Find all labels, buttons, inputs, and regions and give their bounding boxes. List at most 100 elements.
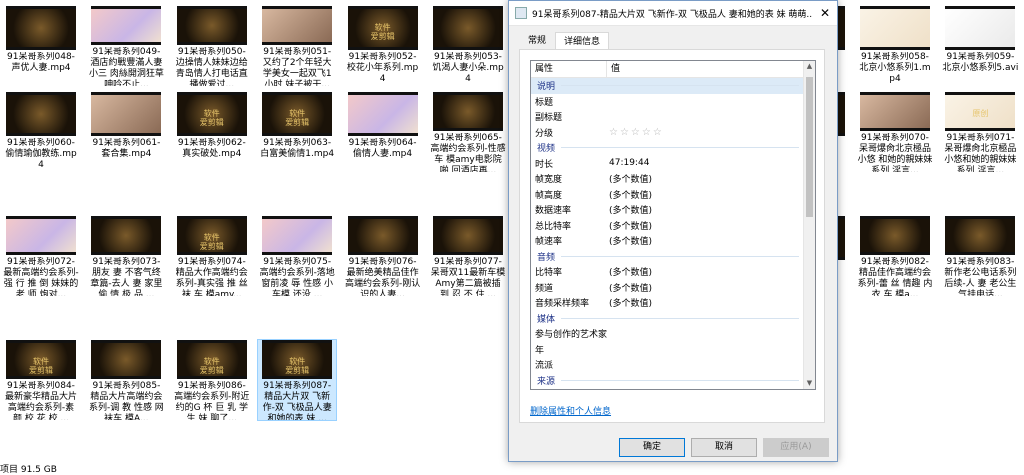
property-row[interactable]: 分级 ☆☆☆☆☆ xyxy=(531,125,803,141)
rating-stars[interactable]: ☆☆☆☆☆ xyxy=(609,127,803,138)
file-item[interactable]: 原创 91呆哥系列071-呆哥爆肏北京極品小悠和她的親妹妹系列 淫言... xyxy=(941,92,1019,172)
scrollbar-thumb[interactable] xyxy=(806,77,813,217)
tab-general[interactable]: 常规 xyxy=(519,31,555,49)
video-thumbnail xyxy=(6,92,76,136)
file-item[interactable]: 91呆哥系列085-精品大片高端约会系列-调 教 性感 网袜车 模A... xyxy=(87,340,165,420)
video-thumbnail xyxy=(433,6,503,50)
property-row[interactable]: 帧宽度 (多个数值) xyxy=(531,171,803,187)
property-row[interactable]: 帧速率 (多个数值) xyxy=(531,233,803,249)
file-item[interactable]: 91呆哥系列051-又约了2个年轻大学美女一起双飞1小时 妹子被干... xyxy=(258,6,336,86)
property-row[interactable]: 比特率 (多个数值) xyxy=(531,264,803,280)
video-thumbnail xyxy=(262,216,333,256)
section-divider xyxy=(561,317,799,319)
file-item[interactable]: 91呆哥系列065-高端约会系列-性感 车 模amy电影院 啪 回酒店再... xyxy=(429,92,507,172)
file-name: 91呆哥系列051-又约了2个年轻大学美女一起双飞1小时 妹子被干... xyxy=(262,47,332,86)
close-icon[interactable]: ✕ xyxy=(813,6,837,20)
thumbnail-logo: 软件 爱剪辑 xyxy=(285,109,310,127)
file-name: 91呆哥系列084-最新豪华精品大片高端约会系列-素 颜 校 花 校 ... xyxy=(4,381,77,420)
property-value: 47:19:44 xyxy=(609,158,650,169)
file-item[interactable]: 91呆哥系列076-最新绝美精品佳作高端约会系列-刚认识的人妻... xyxy=(344,216,422,296)
file-item[interactable]: 91呆哥系列050-边操情人妹妹边给青岛情人打电话直播做爱过... xyxy=(173,6,251,86)
dialog-tabs: 常规 详细信息 xyxy=(519,31,610,50)
property-row[interactable]: 副标题 xyxy=(531,109,803,125)
property-row[interactable]: 年 xyxy=(531,342,803,358)
file-item[interactable]: 91呆哥系列070-呆哥爆肏北京極品小悠 和她的親妹妹系列 淫言... xyxy=(856,92,934,172)
file-name: 91呆哥系列086-高端约会系列-附近约的G 杯 巨 乳 学 生 妹 聊了... xyxy=(174,381,250,420)
file-item[interactable]: 91呆哥系列048-声优人妻.mp4 xyxy=(2,6,80,86)
property-row[interactable]: 时长 47:19:44 xyxy=(531,156,803,172)
column-header-value[interactable]: 值 xyxy=(607,61,815,77)
section-header: 来源 xyxy=(531,373,803,389)
video-thumbnail: 软件 爱剪辑 xyxy=(176,92,247,136)
file-item[interactable]: 91呆哥系列064-偷情人妻.mp4 xyxy=(344,92,422,172)
file-item[interactable]: 软件 爱剪辑 91呆哥系列086-高端约会系列-附近约的G 杯 巨 乳 学 生 妹… xyxy=(173,340,251,420)
file-item[interactable]: 软件 爱剪辑 91呆哥系列084-最新豪华精品大片高端约会系列-素 颜 校 花 校… xyxy=(2,340,80,420)
file-item[interactable]: 软件 爱剪辑 91呆哥系列052-校花小年系列.mp4 xyxy=(344,6,422,86)
file-item[interactable]: 软件 爱剪辑 91呆哥系列063-白富美偷情1.mp4 xyxy=(258,92,336,172)
property-row[interactable]: 总比特率 (多个数值) xyxy=(531,218,803,234)
list-header: 属性 值 xyxy=(531,61,815,78)
section-header: 音频 xyxy=(531,249,803,265)
video-thumbnail xyxy=(860,216,930,256)
property-row[interactable]: 参与创作的艺术家 xyxy=(531,326,803,342)
property-row[interactable]: 流派 xyxy=(531,357,803,373)
property-value: (多个数值) xyxy=(609,268,653,279)
scroll-up-icon[interactable]: ▲ xyxy=(804,61,815,72)
thumbnail-logo: 软件 爱剪辑 xyxy=(29,357,53,375)
video-thumbnail xyxy=(860,92,930,132)
dialog-title: 91呆哥系列087-精品大片双 飞新作-双 飞极品人 妻和她的表 妹 萌萌... xyxy=(532,9,813,20)
video-thumbnail xyxy=(433,216,503,256)
cancel-button[interactable]: 取消 xyxy=(691,438,757,457)
property-name: 比特率 xyxy=(535,268,563,279)
file-name: 91呆哥系列048-声优人妻.mp4 xyxy=(7,52,75,73)
column-header-name[interactable]: 属性 xyxy=(531,61,607,77)
property-name: 参与创作的艺术家 xyxy=(535,330,608,341)
file-item[interactable]: 软件 爱剪辑 91呆哥系列062-真实破处.mp4 xyxy=(173,92,251,172)
scroll-down-icon[interactable]: ▼ xyxy=(804,378,815,389)
remove-properties-link[interactable]: 删除属性和个人信息 xyxy=(530,404,611,417)
ok-button[interactable]: 确定 xyxy=(619,438,685,457)
property-row[interactable]: 音频采样频率 (多个数值) xyxy=(531,295,803,311)
dialog-titlebar[interactable]: 91呆哥系列087-精品大片双 飞新作-双 飞极品人 妻和她的表 妹 萌萌...… xyxy=(509,1,837,26)
file-item[interactable]: 91呆哥系列053-饥渴人妻小朵.mp4 xyxy=(429,6,507,86)
section-header: 视频 xyxy=(531,140,803,156)
video-thumbnail xyxy=(347,92,418,136)
section-header: 说明 xyxy=(531,78,803,94)
property-name: 年 xyxy=(535,345,545,356)
file-item[interactable]: 91呆哥系列082-精品佳作高端约会系列-蕾 丝 情趣 内 衣 车 模a... xyxy=(856,216,934,296)
property-rows: 说明 标题 副标题 分级 ☆☆☆☆☆ 视频时长 47:19:44 帧宽度 (多个数值) 帧高度 (多… xyxy=(531,78,803,388)
apply-button[interactable]: 应用(A) xyxy=(763,438,829,457)
file-name: 91呆哥系列060-偷情瑜伽教练.mp4 xyxy=(5,138,77,170)
file-item[interactable]: 91呆哥系列060-偷情瑜伽教练.mp4 xyxy=(2,92,80,172)
video-thumbnail xyxy=(945,6,1016,50)
file-item[interactable]: 91呆哥系列077-呆哥双11最新车模Amy第二篇被插 到 忍 不 住 ... xyxy=(429,216,507,296)
property-row[interactable]: 数据速率 (多个数值) xyxy=(531,202,803,218)
file-item[interactable]: 91呆哥系列049-酒店約戰豐滿人妻小三 肉絲開洞狂草呻吟不止... xyxy=(87,6,165,86)
file-item[interactable]: 91呆哥系列058-北京小悠系列1.mp4 xyxy=(856,6,934,86)
file-item[interactable]: 91呆哥系列083-新作老公电话系列后续-人 妻 老公生气挂电话... xyxy=(941,216,1019,296)
property-row[interactable]: 频道 (多个数值) xyxy=(531,280,803,296)
file-item[interactable]: 软件 爱剪辑 91呆哥系列074-精品大作高端约会系列-真实强 推 丝 袜 车 模… xyxy=(173,216,251,296)
file-item[interactable]: 91呆哥系列061-套合集.mp4 xyxy=(87,92,165,172)
property-list[interactable]: 属性 值 说明 标题 副标题 分级 ☆☆☆☆☆ 视频时长 47:19:44 帧宽度 (多个数值)… xyxy=(530,60,816,390)
file-item[interactable]: 软件 爱剪辑 91呆哥系列087-精品大片双 飞新作-双 飞极品人妻和她的表 妹 … xyxy=(257,339,338,421)
video-thumbnail xyxy=(91,92,162,136)
file-item[interactable]: 91呆哥系列072-最新高端约会系列-强 行 推 倒 妹妹的老 师 炮对... xyxy=(2,216,80,296)
property-value: (多个数值) xyxy=(609,299,653,310)
tab-details[interactable]: 详细信息 xyxy=(555,32,610,50)
video-thumbnail xyxy=(347,216,418,256)
file-item[interactable]: 91呆哥系列059-北京小悠系列5.avi xyxy=(941,6,1019,86)
section-divider xyxy=(561,85,799,87)
file-item[interactable]: 91呆哥系列075-高端约会系列-落地窗前凌 辱 性感 小车模 还没 ... xyxy=(258,216,336,296)
vertical-scrollbar[interactable]: ▲ ▼ xyxy=(803,61,815,389)
file-item[interactable]: 91呆哥系列073-朋友 妻 不客气终章篇-去人 妻 家里 偷 情 极 品 ..… xyxy=(87,216,165,296)
properties-dialog: 91呆哥系列087-精品大片双 飞新作-双 飞极品人 妻和她的表 妹 萌萌...… xyxy=(508,0,838,462)
file-name: 91呆哥系列058-北京小悠系列1.mp4 xyxy=(859,52,931,84)
property-row[interactable]: 标题 xyxy=(531,94,803,110)
property-row[interactable]: 帧高度 (多个数值) xyxy=(531,187,803,203)
property-name: 时长 xyxy=(535,159,554,170)
property-name: 流派 xyxy=(535,361,554,372)
property-name: 音频采样频率 xyxy=(535,299,590,310)
thumbnail-logo: 软件 爱剪辑 xyxy=(199,233,224,251)
section-label: 说明 xyxy=(537,82,556,93)
